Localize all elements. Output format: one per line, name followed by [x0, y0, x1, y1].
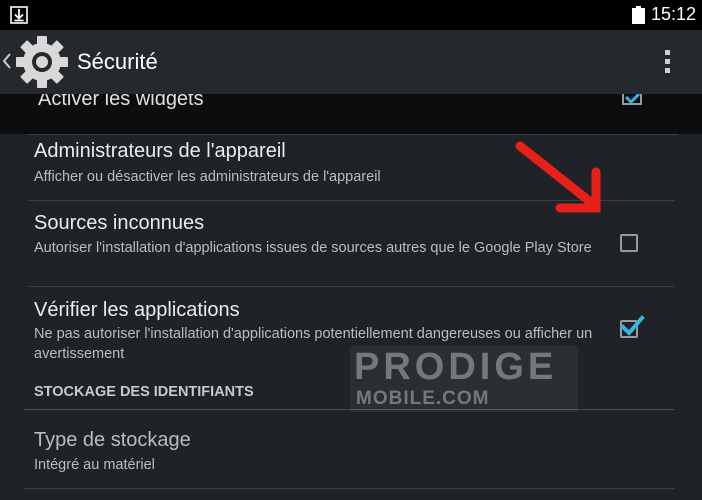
- setting-enable-widgets[interactable]: Activer les widgets: [0, 94, 702, 134]
- overflow-menu-icon[interactable]: [658, 44, 678, 80]
- setting-title: Vérifier les applications: [34, 299, 240, 321]
- divider: [24, 488, 674, 489]
- setting-title: Sources inconnues: [34, 212, 205, 234]
- action-bar: Sécurité: [0, 30, 702, 94]
- setting-summary: Intégré au matériel: [34, 457, 155, 473]
- unknown-sources-checkbox[interactable]: [620, 234, 638, 252]
- setting-title: Activer les widgets: [38, 94, 204, 110]
- watermark-line-1: PRODIGE: [354, 346, 558, 388]
- checkbox-checked-icon[interactable]: [622, 94, 642, 106]
- gear-icon[interactable]: [15, 35, 69, 89]
- chevron-left-icon[interactable]: [2, 52, 12, 70]
- checkmark-icon: [620, 315, 645, 336]
- setting-summary: Autoriser l'installation d'applications …: [34, 240, 592, 256]
- section-header-credential-storage: STOCKAGE DES IDENTIFIANTS: [34, 384, 254, 400]
- setting-storage-type[interactable]: Type de stockage Intégré au matériel: [0, 418, 702, 488]
- status-clock: 15:12: [650, 4, 696, 24]
- battery-icon: [632, 6, 645, 24]
- download-icon: [10, 6, 28, 24]
- setting-title: Type de stockage: [34, 429, 191, 451]
- red-arrow-annotation: [515, 141, 601, 213]
- verify-apps-checkbox[interactable]: [620, 315, 645, 338]
- status-bar: 15:12: [0, 0, 702, 30]
- setting-title: Administrateurs de l'appareil: [34, 140, 286, 162]
- watermark-line-2: MOBILE.COM: [356, 388, 490, 409]
- watermark-logo: PRODIGE MOBILE.COM: [350, 346, 578, 412]
- page-title: Sécurité: [77, 49, 158, 74]
